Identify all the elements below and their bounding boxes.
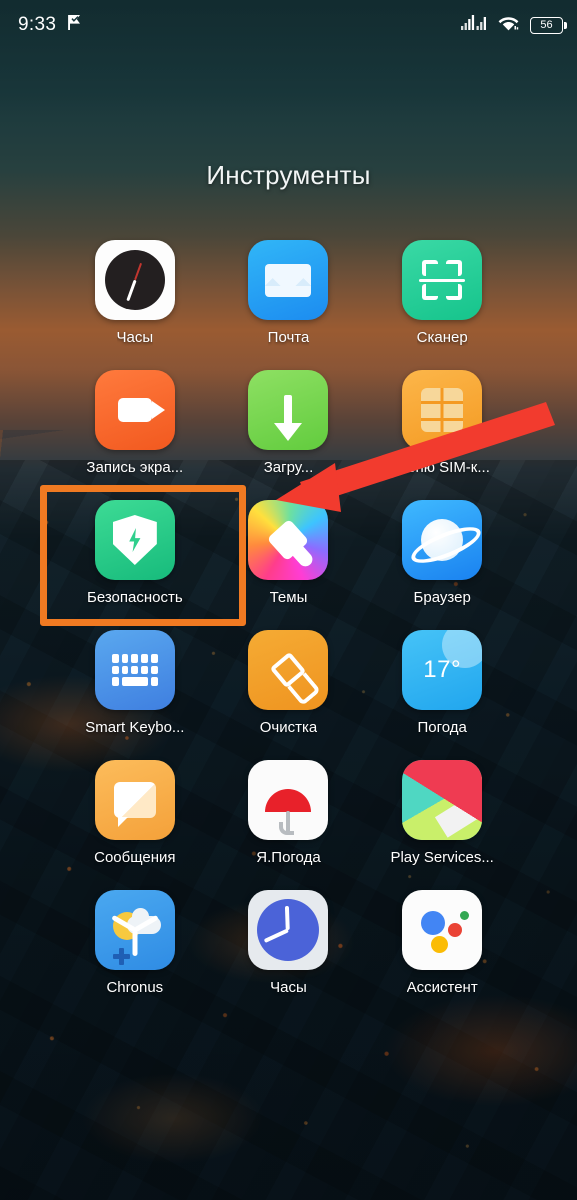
app-item-cleaner[interactable]: Очистка [212, 630, 366, 736]
cleaner-brush-icon[interactable] [248, 630, 329, 710]
clock-icon[interactable] [248, 890, 329, 970]
app-item-play-services[interactable]: Play Services... [365, 760, 519, 866]
messages-bubble-icon[interactable] [94, 760, 175, 840]
app-label: Темы [269, 589, 308, 606]
app-item-smart-keyboard[interactable]: Smart Keybo... [58, 630, 212, 736]
alarm-clock-icon[interactable] [94, 240, 175, 320]
app-label: Сообщения [94, 849, 176, 866]
app-item-downloads[interactable]: Загру... [212, 370, 366, 476]
screen-recorder-icon[interactable] [94, 370, 175, 450]
app-item-chronus[interactable]: Chronus [58, 890, 212, 996]
app-item-clock[interactable]: Часы [212, 890, 366, 996]
status-bar-right: 56 [461, 14, 567, 36]
app-label: Погода [417, 719, 467, 736]
mail-envelope-icon[interactable] [248, 240, 329, 320]
app-label: Меню SIM-к... [394, 459, 490, 476]
app-label: Безопасность [86, 589, 183, 606]
app-item-sim-menu[interactable]: Меню SIM-к... [365, 370, 519, 476]
app-label: Загру... [263, 459, 314, 476]
app-label: Часы [270, 979, 307, 996]
app-label: Браузер [413, 589, 471, 606]
app-item-browser[interactable]: Браузер [365, 500, 519, 606]
app-label: Запись экра... [86, 459, 184, 476]
themes-brush-icon[interactable] [248, 500, 329, 580]
keyboard-icon[interactable] [94, 630, 175, 710]
app-item-security[interactable]: Безопасность [58, 500, 212, 606]
status-time: 9:33 [18, 14, 57, 35]
play-services-icon[interactable] [402, 760, 483, 840]
app-label: Я.Погода [256, 849, 321, 866]
app-label: Play Services... [390, 849, 494, 866]
app-label: Очистка [259, 719, 318, 736]
weather-temperature: 17° [423, 656, 462, 683]
battery-icon: 56 [530, 16, 567, 34]
phone-screen: 9:33 56 Инструменты Часы Почта Сканер За… [0, 0, 577, 1200]
app-item-yandex-weather[interactable]: Я.Погода [212, 760, 366, 866]
sim-card-icon[interactable] [402, 370, 483, 450]
app-label: Chronus [106, 979, 164, 996]
app-label: Ассистент [406, 979, 478, 996]
app-label: Часы [116, 329, 154, 346]
app-item-scanner[interactable]: Сканер [365, 240, 519, 346]
browser-planet-icon[interactable] [402, 500, 483, 580]
app-item-mail[interactable]: Почта [212, 240, 366, 346]
status-bar-left: 9:33 [18, 14, 83, 36]
app-grid: Часы Почта Сканер Запись экра... Загру..… [58, 240, 519, 996]
yandex-weather-umbrella-icon[interactable] [248, 760, 329, 840]
app-item-messages[interactable]: Сообщения [58, 760, 212, 866]
app-item-assistant[interactable]: Ассистент [365, 890, 519, 996]
app-item-clock-ios[interactable]: Часы [58, 240, 212, 346]
weather-icon[interactable]: 17° [402, 630, 483, 710]
flag-check-icon [67, 14, 83, 36]
status-bar: 9:33 56 [0, 0, 577, 50]
app-item-themes[interactable]: Темы [212, 500, 366, 606]
app-item-screen-recorder[interactable]: Запись экра... [58, 370, 212, 476]
chronus-widget-icon[interactable] [94, 890, 175, 970]
google-assistant-icon[interactable] [402, 890, 483, 970]
qr-scanner-icon[interactable] [402, 240, 483, 320]
app-label: Почта [267, 329, 310, 346]
battery-level: 56 [540, 18, 553, 31]
wifi-icon [498, 14, 519, 36]
app-label: Smart Keybo... [85, 719, 185, 736]
signal-bars-icon [461, 14, 487, 36]
app-item-weather[interactable]: 17° Погода [365, 630, 519, 736]
app-label: Сканер [416, 329, 468, 346]
downloads-arrow-icon[interactable] [248, 370, 329, 450]
security-shield-icon[interactable] [94, 500, 175, 580]
folder-title: Инструменты [206, 160, 371, 190]
